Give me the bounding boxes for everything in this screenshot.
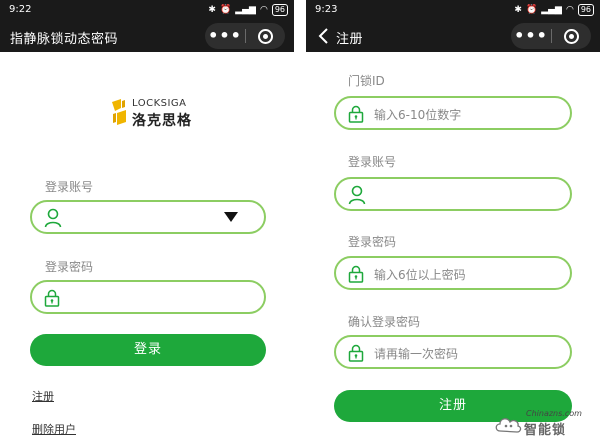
confirm-password-input[interactable]: 请再输一次密码 [334,335,572,369]
watermark-name: 智能锁 [524,423,567,438]
login-screen: 9:22 ✱ ⏰ ▂▄▆ ◠ 96 指静脉锁动态密码 ••• LOCKSIGA … [0,0,294,447]
password-input[interactable]: 输入6位以上密码 [334,256,572,290]
account-input[interactable] [334,177,572,211]
account-label: 登录账号 [348,155,397,169]
alarm-icon: ⏰ [219,5,232,15]
account-label: 登录账号 [45,180,94,194]
password-placeholder: 输入6位以上密码 [374,268,466,282]
brand-logo: LOCKSIGA 洛克思格 [110,96,210,132]
bluetooth-icon: ✱ [208,5,216,15]
more-options-icon[interactable]: ••• [205,28,245,44]
close-program-button[interactable] [246,28,285,44]
login-button[interactable]: 登录 [30,334,266,366]
mini-program-capsule: ••• [205,23,285,49]
brand-name-en: LOCKSIGA [132,98,187,109]
lock-icon [44,289,60,307]
chevron-down-icon[interactable] [224,212,238,222]
status-bar: 9:23 ✱ ⏰ ▂▄▆ ◠ 96 [306,0,600,20]
wifi-icon: ◠ [565,5,574,15]
confirm-password-placeholder: 请再输一次密码 [374,347,459,361]
register-screen: 9:23 ✱ ⏰ ▂▄▆ ◠ 96 注册 ••• 门锁ID 输入6-10位数字 … [306,0,600,447]
bluetooth-icon: ✱ [514,5,522,15]
lock-id-input[interactable]: 输入6-10位数字 [334,96,572,130]
register-link[interactable]: 注册 [32,388,54,404]
confirm-password-label: 确认登录密码 [348,315,421,329]
lock-id-placeholder: 输入6-10位数字 [374,108,462,122]
delete-user-link[interactable]: 删除用户 [32,421,76,437]
status-time: 9:23 [315,4,338,15]
lock-icon [348,344,364,362]
lock-brand-icon [112,99,126,125]
alarm-icon: ⏰ [525,5,538,15]
page-title: 注册 [336,32,364,47]
user-icon [44,208,62,228]
watermark: Chinazns.com 智能锁 [494,409,592,438]
signal-icon: ▂▄▆ [541,5,562,15]
account-select[interactable] [30,200,266,234]
user-icon [348,185,366,205]
status-time: 9:22 [9,4,32,15]
password-label: 登录密码 [45,260,94,274]
status-icons: ✱ ⏰ ▂▄▆ ◠ 96 [514,4,594,16]
battery-level: 96 [577,4,594,16]
nav-bar: 指静脉锁动态密码 ••• [0,20,294,52]
nav-bar: 注册 ••• [306,20,600,52]
signal-icon: ▂▄▆ [235,5,256,15]
mini-program-capsule: ••• [511,23,591,49]
brand-name-cn: 洛克思格 [132,113,192,129]
target-icon [258,28,273,44]
status-bar: 9:22 ✱ ⏰ ▂▄▆ ◠ 96 [0,0,294,20]
wifi-icon: ◠ [259,5,268,15]
back-icon[interactable] [316,26,332,46]
cloud-icon [495,418,522,433]
battery-level: 96 [271,4,288,16]
page-title: 指静脉锁动态密码 [10,32,119,47]
watermark-site: Chinazns.com [526,409,582,418]
password-input[interactable] [30,280,266,314]
target-icon [564,28,579,44]
lock-id-label: 门锁ID [348,74,385,88]
close-program-button[interactable] [552,28,591,44]
password-label: 登录密码 [348,235,397,249]
more-options-icon[interactable]: ••• [511,28,551,44]
status-icons: ✱ ⏰ ▂▄▆ ◠ 96 [208,4,288,16]
lock-icon [348,265,364,283]
lock-icon [348,105,364,123]
